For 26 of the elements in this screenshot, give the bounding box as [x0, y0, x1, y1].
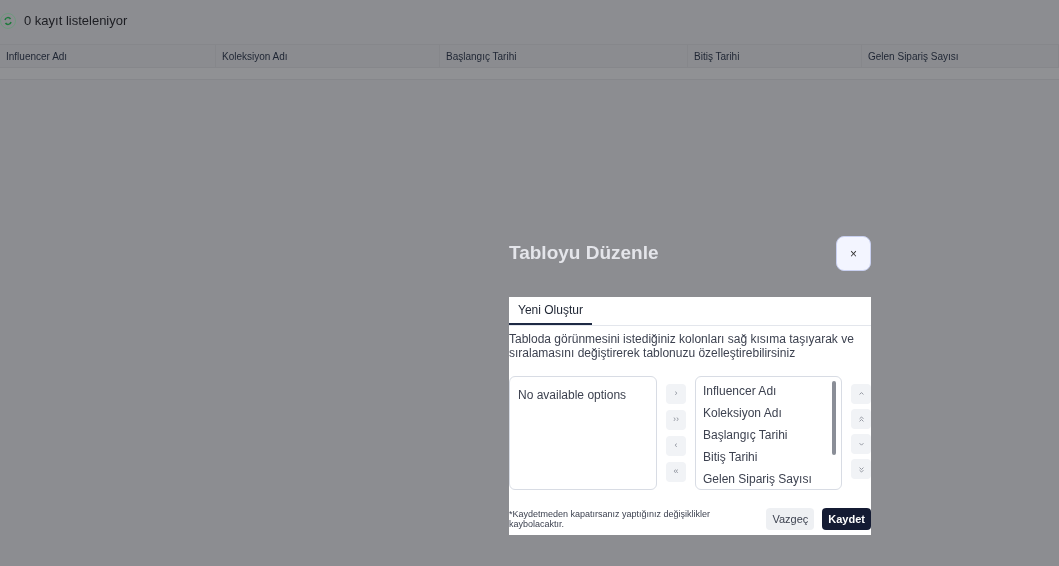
cancel-button[interactable]: Vazgeç	[766, 508, 815, 530]
column-header[interactable]: Koleksiyon Adı	[222, 48, 288, 64]
list-item[interactable]: Gelen Sipariş Sayısı	[703, 468, 841, 490]
empty-text: No available options	[518, 388, 627, 402]
list-item[interactable]: Bitiş Tarihi	[703, 446, 841, 468]
tab[interactable]: Yeni Oluştur	[509, 297, 592, 325]
order-button[interactable]	[851, 409, 871, 429]
list-item[interactable]: Koleksiyon Adı	[703, 402, 841, 424]
column-header[interactable]: Influencer Adı	[6, 48, 68, 64]
record-count: 0 kayıt listeleniyor	[24, 12, 128, 31]
warning-note: *Kaydetmeden kapatırsanız yaptığınız değişiklikler kaybolacaktır.	[509, 509, 712, 529]
modal-title: Tabloyu Düzenle	[509, 241, 659, 266]
close-button[interactable]: ×	[836, 236, 871, 271]
description-text: Tabloda görünmesini istediğiniz kolonları sağ kısıma taşıyarak ve sıralamasını değiştirerek tablonuzu özelleştirebilirsiniz	[509, 332, 855, 360]
scrollbar[interactable]	[832, 381, 836, 455]
list-item[interactable]: Başlangıç Tarihi	[703, 424, 841, 446]
order-button[interactable]	[851, 459, 871, 479]
column-header[interactable]: Gelen Sipariş Sayısı	[868, 48, 959, 64]
save-button[interactable]: Kaydet	[822, 508, 871, 530]
order-button[interactable]	[851, 384, 871, 404]
list-item[interactable]: Influencer Adı	[703, 380, 841, 402]
column-header[interactable]: Bitiş Tarihi	[694, 48, 740, 64]
order-button[interactable]	[851, 434, 871, 454]
refresh-icon[interactable]	[0, 13, 16, 29]
column-header[interactable]: Başlangıç Tarihi	[446, 48, 517, 64]
double-chevron-up-icon	[856, 414, 866, 424]
